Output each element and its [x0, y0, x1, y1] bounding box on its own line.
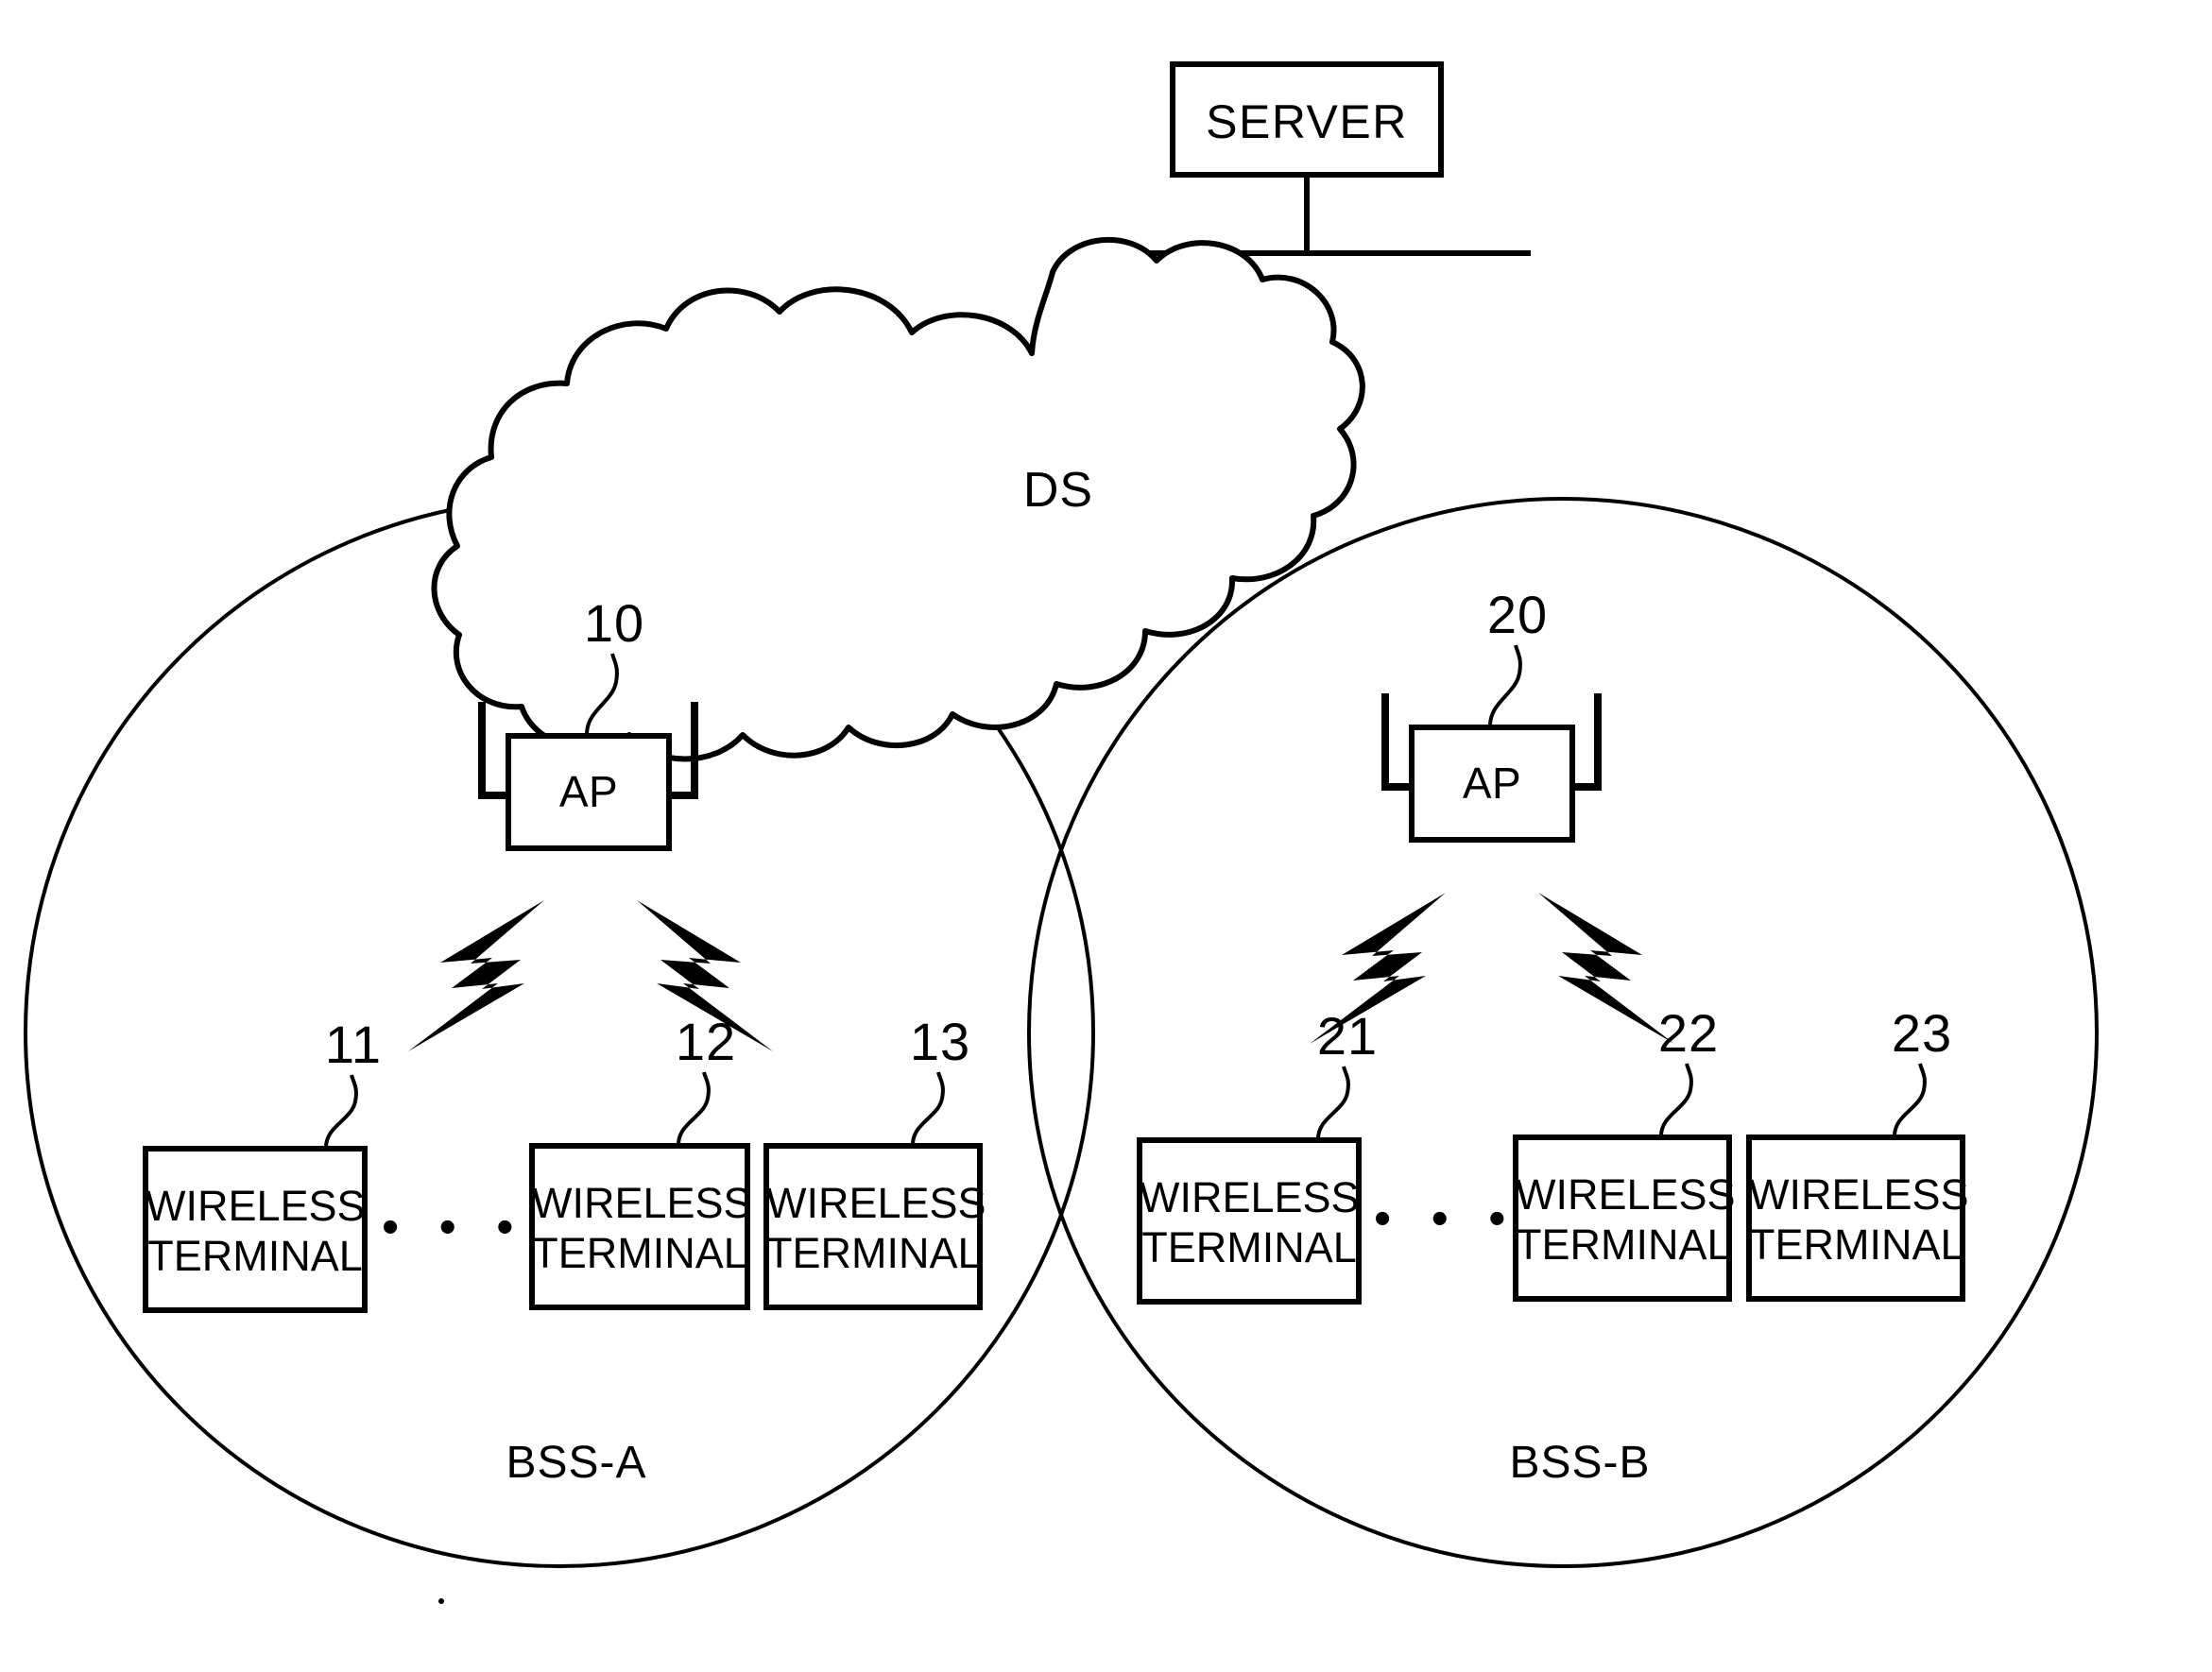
- terminal-11-label-line2: TERMINAL: [147, 1232, 363, 1280]
- ap-left-ref-number: 10: [583, 593, 645, 653]
- server-label: SERVER: [1206, 95, 1408, 148]
- rf-link-bolt-a-left: [408, 900, 544, 1051]
- terminal-21-label-line1: WIRELESS: [1140, 1173, 1360, 1221]
- terminal-22-label-line2: TERMINAL: [1516, 1220, 1731, 1269]
- terminal-22-ref-number: 22: [1657, 1003, 1720, 1063]
- terminal-12-label-line1: WIRELESS: [532, 1179, 752, 1227]
- terminal-22-label-line1: WIRELESS: [1516, 1170, 1736, 1219]
- terminal-23-label-line1: WIRELESS: [1749, 1170, 1969, 1219]
- terminal-12-ref-number: 12: [675, 1012, 737, 1071]
- terminal-23-ref-number: 23: [1891, 1003, 1953, 1063]
- ap-right-ref-leader: [1487, 644, 1522, 728]
- terminal-22-ref-leader: [1658, 1063, 1693, 1138]
- bss-a-ellipsis: • • •: [382, 1200, 527, 1254]
- terminal-21-label-line2: TERMINAL: [1141, 1223, 1357, 1271]
- diagram-vector-layer: [24, 61, 2099, 1604]
- diagram-canvas: SERVER DS AP 10 AP 20 WIRELESS TERMINAL …: [0, 0, 2212, 1672]
- bss-b-label: BSS-B: [1509, 1438, 1651, 1488]
- terminal-23-ref-leader: [1892, 1063, 1927, 1138]
- terminal-21-ref-number: 21: [1316, 1006, 1379, 1066]
- terminal-12-ref-leader: [676, 1071, 711, 1147]
- ap-right-ref-number: 20: [1486, 585, 1549, 644]
- terminal-13-ref-leader: [910, 1071, 945, 1147]
- terminal-11-ref-number: 11: [324, 1015, 383, 1074]
- terminal-21-ref-leader: [1315, 1066, 1350, 1141]
- ap-right-label: AP: [1462, 759, 1522, 808]
- terminal-12-label-line2: TERMINAL: [532, 1229, 747, 1277]
- bss-b-ellipsis: • • •: [1374, 1191, 1519, 1246]
- terminal-13-ref-number: 13: [909, 1012, 971, 1071]
- terminal-11-ref-leader: [323, 1074, 358, 1150]
- terminal-23-label-line2: TERMINAL: [1749, 1220, 1964, 1269]
- bss-a-label: BSS-A: [506, 1438, 647, 1488]
- terminal-11-label-line1: WIRELESS: [146, 1182, 366, 1230]
- terminal-13-label-line2: TERMINAL: [766, 1229, 982, 1277]
- ap-left-label: AP: [558, 767, 619, 816]
- terminal-13-label-line1: WIRELESS: [766, 1179, 986, 1227]
- ds-label: DS: [1022, 463, 1094, 518]
- ds-cloud-shape: [431, 236, 1365, 762]
- page-artifact-dot: [438, 1598, 444, 1604]
